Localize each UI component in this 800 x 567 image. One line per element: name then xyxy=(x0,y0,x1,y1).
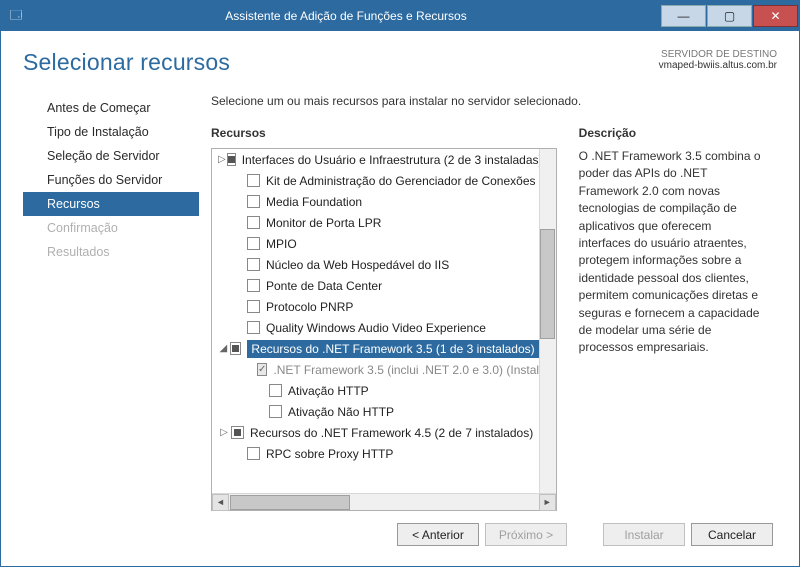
checkbox[interactable] xyxy=(247,300,260,313)
checkbox[interactable] xyxy=(247,321,260,334)
tree-item-label: Núcleo da Web Hospedável do IIS xyxy=(266,256,449,274)
features-column: Recursos ▷ Interfaces do Usuário e Infrae… xyxy=(211,126,557,511)
content: Selecionar recursos SERVIDOR DE DESTINO … xyxy=(1,31,799,566)
tree-item-label: Kit de Administração do Gerenciador de C… xyxy=(266,172,536,190)
checkbox[interactable] xyxy=(247,447,260,460)
wizard-step[interactable]: Seleção de Servidor xyxy=(23,144,199,168)
expander-icon[interactable]: ◢ xyxy=(218,343,229,354)
tree-item-label: Interfaces do Usuário e Infraestrutura (… xyxy=(242,151,539,169)
install-button[interactable]: Instalar xyxy=(603,523,685,546)
description-column: Descrição O .NET Framework 3.5 combina o… xyxy=(579,126,765,511)
expander-icon[interactable]: ▷ xyxy=(218,427,230,438)
checkbox[interactable] xyxy=(231,426,244,439)
wizard-step: Confirmação xyxy=(23,216,199,240)
tree-item-label: Recursos do .NET Framework 3.5 (1 de 3 i… xyxy=(247,340,538,358)
tree-row[interactable]: MPIO xyxy=(212,233,539,254)
horizontal-scrollbar[interactable]: ◄ ► xyxy=(212,493,556,510)
checkbox[interactable] xyxy=(247,216,260,229)
wizard-step[interactable]: Recursos xyxy=(23,192,199,216)
page-title: Selecionar recursos xyxy=(23,49,230,76)
install-button-label: Instalar xyxy=(624,528,663,542)
button-spacer xyxy=(573,523,597,546)
tree-item-label: .NET Framework 3.5 (inclui .NET 2.0 e 3.… xyxy=(273,361,538,379)
destination-label: SERVIDOR DE DESTINO xyxy=(659,49,777,60)
checkbox[interactable] xyxy=(230,342,242,355)
features-tree-body: ▷ Interfaces do Usuário e Infraestrutura … xyxy=(212,149,556,493)
description-text: O .NET Framework 3.5 combina o poder das… xyxy=(579,148,765,357)
tree-row[interactable]: Ponte de Data Center xyxy=(212,275,539,296)
checkbox[interactable] xyxy=(247,195,260,208)
vertical-scrollbar[interactable] xyxy=(539,149,556,493)
tree-item-label: Media Foundation xyxy=(266,193,362,211)
destination-host: vmaped-bwiis.altus.com.br xyxy=(659,60,777,71)
wizard-buttons: < Anterior Próximo > Instalar Cancelar xyxy=(23,511,777,554)
tree-row[interactable]: Media Foundation xyxy=(212,191,539,212)
tree-row[interactable]: Quality Windows Audio Video Experience xyxy=(212,317,539,338)
tree-item-label: Ativação HTTP xyxy=(288,382,369,400)
wizard-step: Resultados xyxy=(23,240,199,264)
tree-row[interactable]: ◢ Recursos do .NET Framework 3.5 (1 de 3 … xyxy=(212,338,539,359)
tree-item-label: Protocolo PNRP xyxy=(266,298,353,316)
tree-item-label: MPIO xyxy=(266,235,297,253)
destination-block: SERVIDOR DE DESTINO vmaped-bwiis.altus.c… xyxy=(659,49,777,71)
wizard-step[interactable]: Funções do Servidor xyxy=(23,168,199,192)
next-button[interactable]: Próximo > xyxy=(485,523,567,546)
titlebar: 🗔 Assistente de Adição de Funções e Recu… xyxy=(1,1,799,31)
tree-item-label: Quality Windows Audio Video Experience xyxy=(266,319,486,337)
tree-row[interactable]: ▷ Recursos do .NET Framework 4.5 (2 de 7 … xyxy=(212,422,539,443)
main-panel: Selecione um ou mais recursos para insta… xyxy=(199,94,777,511)
hscroll-left-button[interactable]: ◄ xyxy=(212,494,229,511)
wizard-step[interactable]: Tipo de Instalação xyxy=(23,120,199,144)
features-heading: Recursos xyxy=(211,126,557,140)
sections-row: Recursos ▷ Interfaces do Usuário e Infrae… xyxy=(211,126,765,511)
cancel-button-label: Cancelar xyxy=(708,528,756,542)
previous-button[interactable]: < Anterior xyxy=(397,523,479,546)
features-tree[interactable]: ▷ Interfaces do Usuário e Infraestrutura … xyxy=(212,149,539,493)
cancel-button[interactable]: Cancelar xyxy=(691,523,773,546)
app-icon: 🗔 xyxy=(1,1,31,31)
tree-row[interactable]: ▷ Interfaces do Usuário e Infraestrutura … xyxy=(212,149,539,170)
window-title: Assistente de Adição de Funções e Recurs… xyxy=(31,9,661,23)
tree-row[interactable]: Kit de Administração do Gerenciador de C… xyxy=(212,170,539,191)
next-button-label: Próximo > xyxy=(499,528,553,542)
vertical-scroll-thumb[interactable] xyxy=(540,229,555,339)
checkbox[interactable] xyxy=(247,174,260,187)
tree-row[interactable]: Ativação HTTP xyxy=(212,380,539,401)
tree-row[interactable]: .NET Framework 3.5 (inclui .NET 2.0 e 3.… xyxy=(212,359,539,380)
hscroll-thumb[interactable] xyxy=(230,495,350,510)
minimize-button[interactable]: — xyxy=(661,5,706,27)
previous-button-label: < Anterior xyxy=(412,528,464,542)
expander-icon[interactable]: ▷ xyxy=(218,154,226,165)
hscroll-track[interactable] xyxy=(229,495,539,510)
features-tree-wrap: ▷ Interfaces do Usuário e Infraestrutura … xyxy=(211,148,557,511)
tree-row[interactable]: Monitor de Porta LPR xyxy=(212,212,539,233)
tree-item-label: RPC sobre Proxy HTTP xyxy=(266,445,393,463)
tree-item-label: Recursos do .NET Framework 4.5 (2 de 7 i… xyxy=(250,424,533,442)
checkbox[interactable] xyxy=(227,153,236,166)
description-heading: Descrição xyxy=(579,126,765,140)
tree-row[interactable]: Núcleo da Web Hospedável do IIS xyxy=(212,254,539,275)
wizard-steps-sidebar: Antes de ComeçarTipo de InstalaçãoSeleçã… xyxy=(23,94,199,511)
checkbox[interactable] xyxy=(247,258,260,271)
hscroll-right-button[interactable]: ► xyxy=(539,494,556,511)
checkbox[interactable] xyxy=(247,279,260,292)
window-buttons: — ▢ ✕ xyxy=(661,5,799,27)
tree-item-label: Ativação Não HTTP xyxy=(288,403,394,421)
wizard-step[interactable]: Antes de Começar xyxy=(23,96,199,120)
tree-row[interactable]: Protocolo PNRP xyxy=(212,296,539,317)
checkbox[interactable] xyxy=(269,384,282,397)
tree-row[interactable]: Ativação Não HTTP xyxy=(212,401,539,422)
tree-row[interactable]: RPC sobre Proxy HTTP xyxy=(212,443,539,464)
columns: Antes de ComeçarTipo de InstalaçãoSeleçã… xyxy=(23,94,777,511)
checkbox[interactable] xyxy=(269,405,282,418)
tree-item-label: Monitor de Porta LPR xyxy=(266,214,381,232)
tree-item-label: Ponte de Data Center xyxy=(266,277,382,295)
close-button[interactable]: ✕ xyxy=(753,5,798,27)
header: Selecionar recursos SERVIDOR DE DESTINO … xyxy=(23,49,777,76)
checkbox[interactable] xyxy=(247,237,260,250)
maximize-button[interactable]: ▢ xyxy=(707,5,752,27)
instruction-text: Selecione um ou mais recursos para insta… xyxy=(211,94,765,108)
checkbox[interactable] xyxy=(257,363,267,376)
